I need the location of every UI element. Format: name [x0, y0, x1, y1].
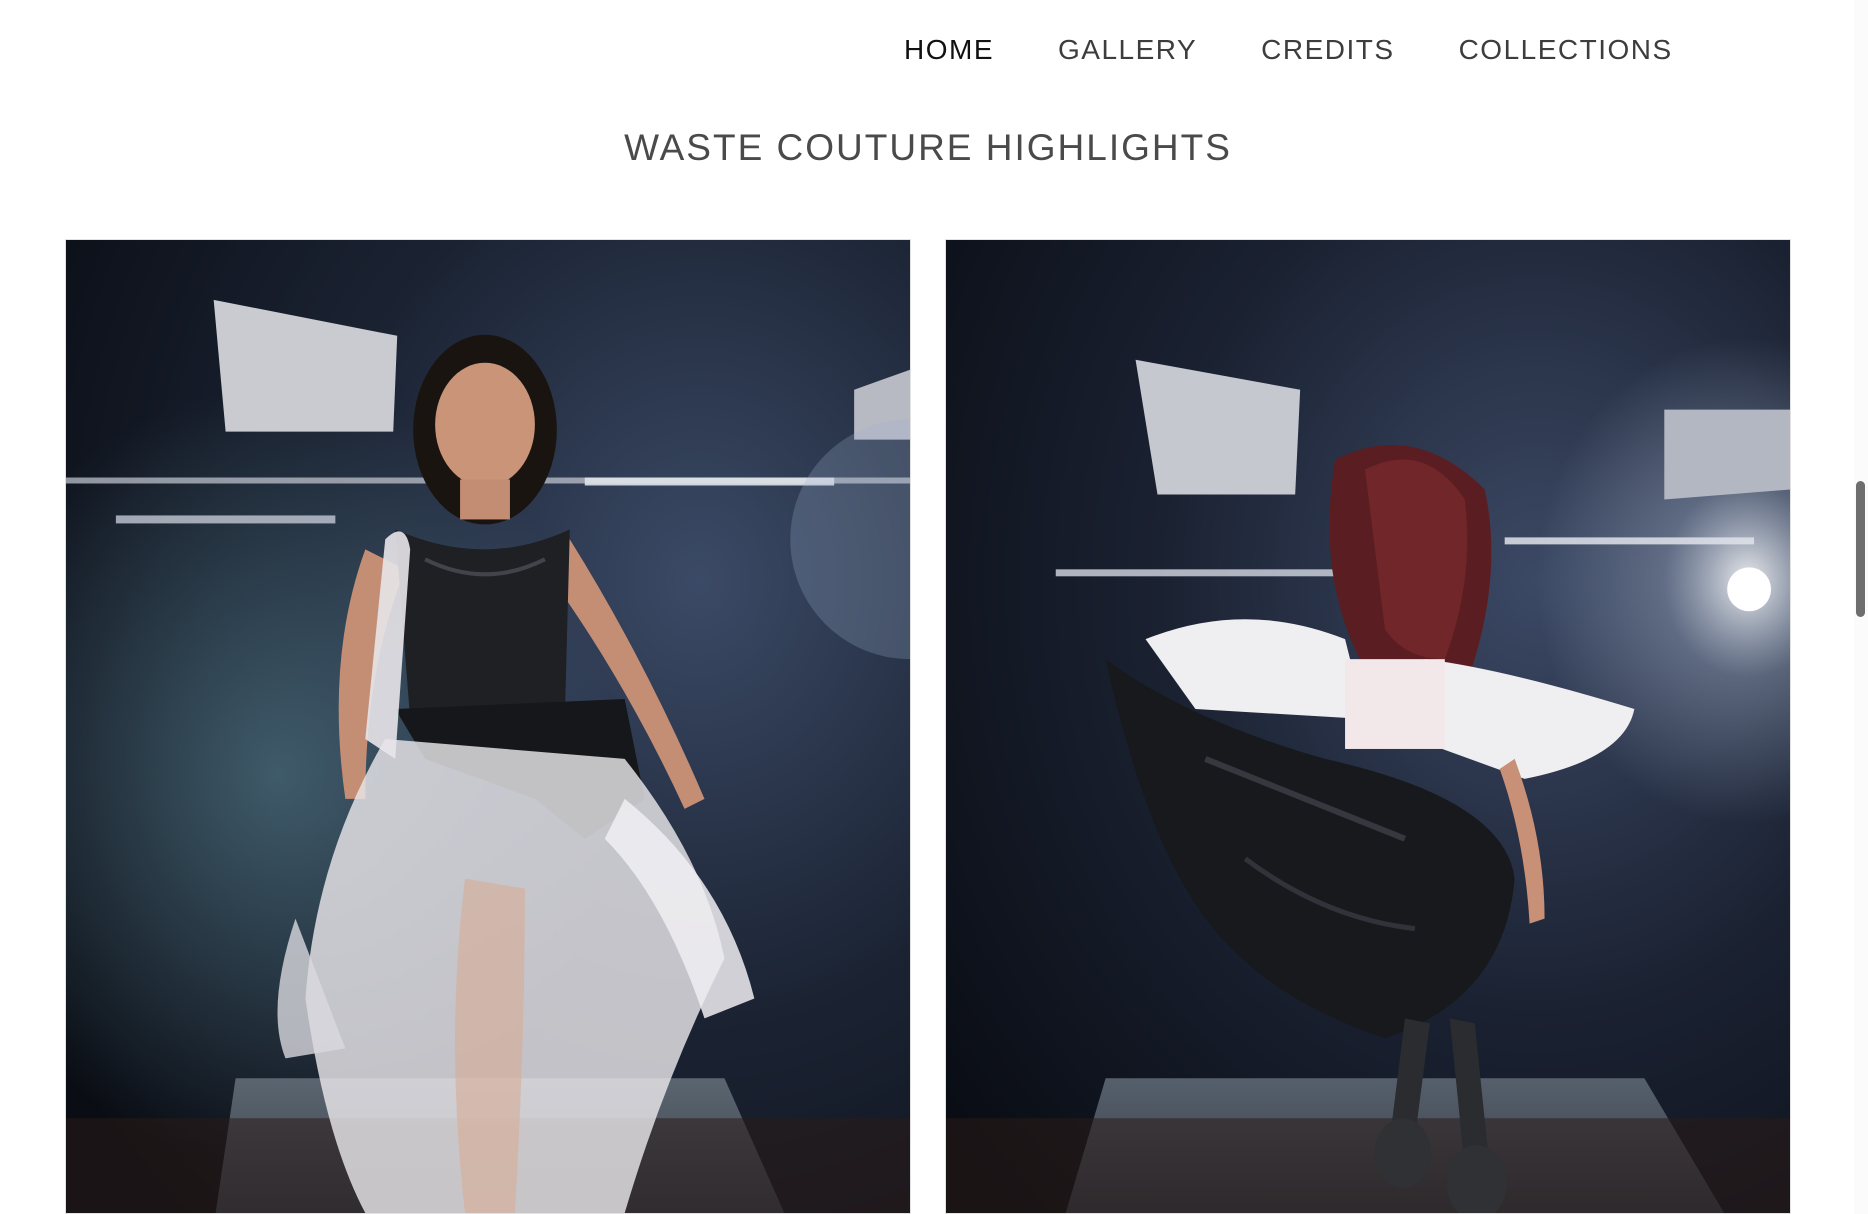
runway-photo-front — [66, 240, 910, 1213]
page: HOME GALLERY CREDITS COLLECTIONS WASTE C… — [0, 0, 1868, 1214]
scrollbar-track[interactable] — [1854, 0, 1868, 1214]
runway-photo-back — [946, 240, 1790, 1213]
nav-gallery[interactable]: GALLERY — [1058, 30, 1197, 70]
nav-home[interactable]: HOME — [904, 30, 994, 70]
main-nav: HOME GALLERY CREDITS COLLECTIONS — [904, 30, 1673, 70]
gallery-photo-1[interactable] — [65, 239, 911, 1214]
scrollbar-thumb[interactable] — [1856, 481, 1865, 617]
gallery-photo-2[interactable] — [945, 239, 1791, 1214]
section-title: WASTE COUTURE HIGHLIGHTS — [624, 127, 1232, 168]
nav-credits[interactable]: CREDITS — [1261, 30, 1394, 70]
nav-collections[interactable]: COLLECTIONS — [1459, 30, 1673, 70]
